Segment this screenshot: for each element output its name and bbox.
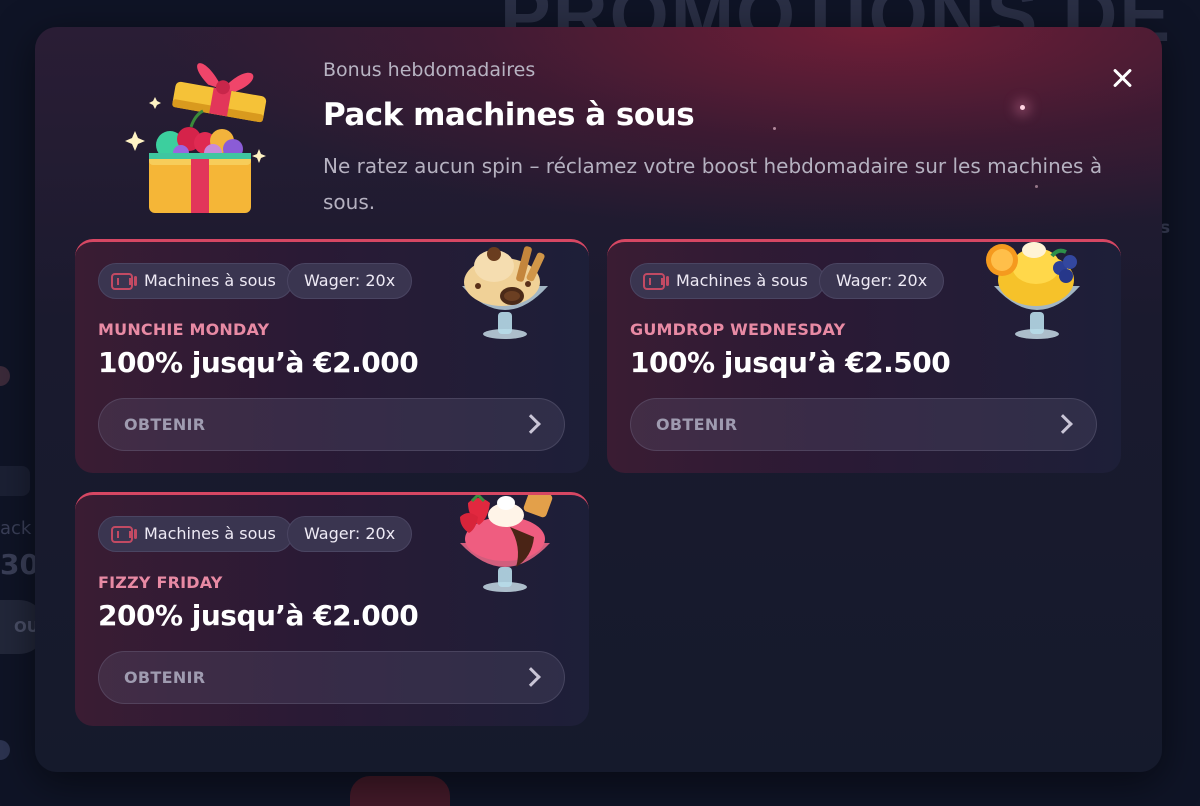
chevron-right-icon	[1053, 414, 1073, 434]
claim-button[interactable]: OBTENIR	[98, 398, 565, 451]
slot-machine-icon	[111, 273, 137, 290]
slot-machine-icon	[643, 273, 669, 290]
bonus-day-label: FIZZY FRIDAY	[98, 573, 223, 592]
category-tag: Machines à sous	[98, 516, 293, 552]
strawberry-sundae-icon	[460, 495, 553, 592]
lemon-sundae-icon	[986, 242, 1080, 339]
background-icon	[0, 366, 10, 386]
bonus-day-label: GUMDROP WEDNESDAY	[630, 320, 846, 339]
claim-button-label: OBTENIR	[656, 415, 738, 434]
wager-tag: Wager: 20x	[287, 516, 413, 552]
category-tag-label: Machines à sous	[144, 271, 276, 290]
background-text-fragment: 30	[0, 548, 39, 581]
chocolate-sundae-icon	[462, 246, 548, 339]
wager-tag: Wager: 20x	[819, 263, 945, 299]
bonus-card-munchie-monday: Machines à sous Wager: 20x MUNCHIE MONDA…	[75, 239, 589, 473]
modal-kicker: Bonus hebdomadaires	[323, 59, 536, 81]
background-gift-icon	[350, 776, 450, 806]
bonus-card-gumdrop-wednesday: Machines à sous Wager: 20x GUMDROP WEDNE…	[607, 239, 1121, 473]
wager-tag: Wager: 20x	[287, 263, 413, 299]
bonus-card-fizzy-friday: Machines à sous Wager: 20x FIZZY FRIDAY …	[75, 492, 589, 726]
chevron-right-icon	[521, 414, 541, 434]
background-icon	[0, 740, 10, 760]
weekly-bonus-modal: Bonus hebdomadaires Pack machines à sous…	[35, 27, 1162, 772]
slot-machine-icon	[111, 526, 137, 543]
sparkle-decoration	[773, 127, 776, 130]
modal-description: Ne ratez aucun spin – réclamez votre boo…	[323, 154, 1103, 214]
bonus-day-label: MUNCHIE MONDAY	[98, 320, 270, 339]
background-text-fragment: ack	[0, 518, 32, 539]
category-tag: Machines à sous	[630, 263, 825, 299]
modal-title: Pack machines à sous	[323, 97, 695, 133]
bonus-amount: 100% jusqu’à €2.500	[630, 346, 951, 379]
sparkle-decoration	[1020, 105, 1025, 110]
claim-button-label: OBTENIR	[124, 668, 206, 687]
claim-button[interactable]: OBTENIR	[98, 651, 565, 704]
chevron-right-icon	[521, 667, 541, 687]
category-tag-label: Machines à sous	[676, 271, 808, 290]
category-tag: Machines à sous	[98, 263, 293, 299]
background-chip	[0, 466, 30, 496]
close-button[interactable]	[1105, 61, 1139, 95]
claim-button[interactable]: OBTENIR	[630, 398, 1097, 451]
category-tag-label: Machines à sous	[144, 524, 276, 543]
claim-button-label: OBTENIR	[124, 415, 206, 434]
bonus-amount: 200% jusqu’à €2.000	[98, 599, 419, 632]
bonus-amount: 100% jusqu’à €2.000	[98, 346, 419, 379]
gift-box-icon	[125, 63, 267, 213]
